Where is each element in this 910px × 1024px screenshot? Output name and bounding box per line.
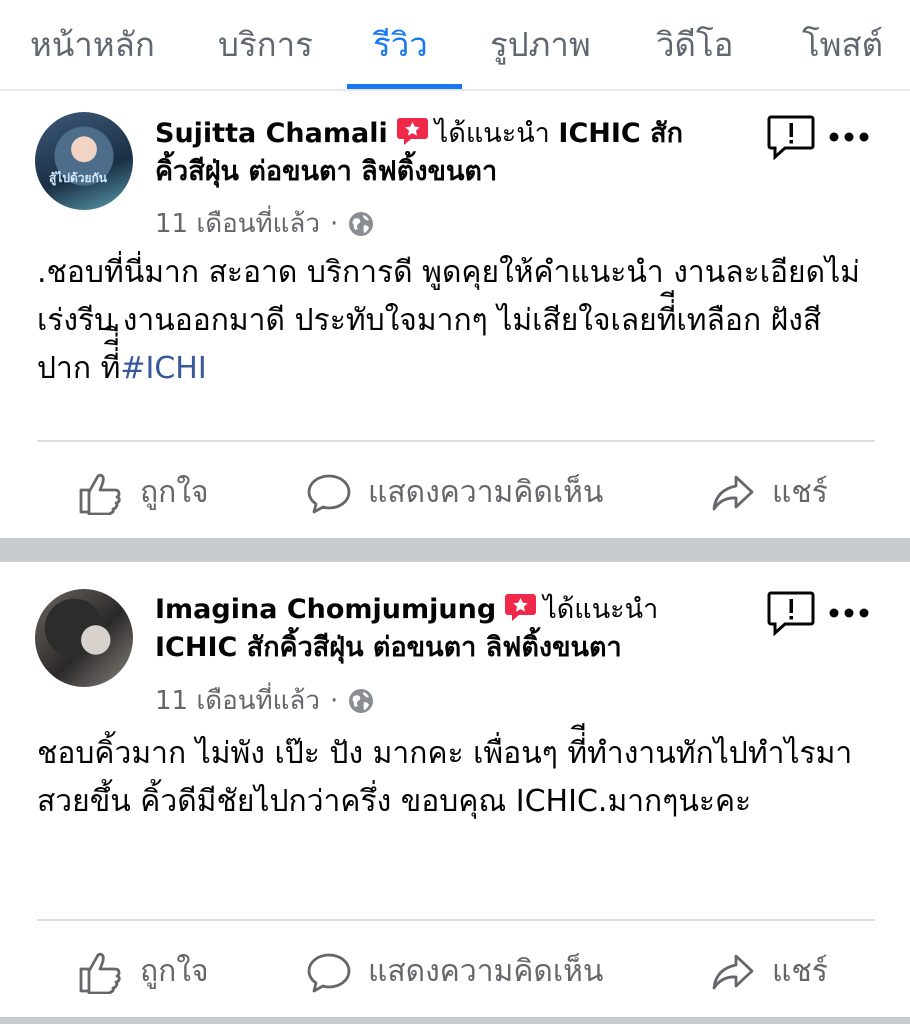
tab-services[interactable]: บริการ (218, 18, 313, 71)
tab-posts[interactable]: โพสต์ (802, 18, 883, 71)
review-text: .ชอบที่นี่มาก สะอาด บริการดี พูดคุยให้คำ… (37, 249, 867, 393)
review-body: ชอบคิ้วมาก ไม่พัง เป๊ะ ปัง มากคะ เพื่อนๆ… (37, 736, 853, 819)
tab-reviews[interactable]: รีวิว (373, 18, 428, 71)
meta-dot: · (329, 685, 339, 716)
more-options-icon[interactable] (828, 131, 870, 143)
tab-videos[interactable]: วิดีโอ (656, 18, 734, 71)
review-time[interactable]: 11 เดือนที่แล้ว (155, 203, 320, 244)
section-separator (0, 538, 910, 562)
share-icon (712, 954, 754, 989)
comment-label: แสดงความคิดเห็น (368, 475, 604, 510)
meta-dot: · (329, 208, 339, 239)
divider (37, 440, 875, 442)
page-name[interactable]: ICHIC สักคิ้วสีฝุ่น ต่อขนตา ลิฟติ้งขนตา (155, 632, 622, 663)
comment-button[interactable]: แสดงความคิดเห็น (306, 469, 603, 516)
hashtag-link[interactable]: #ICHI (120, 351, 206, 386)
recommend-text: ได้แนะนำ (434, 118, 550, 149)
share-icon (712, 475, 754, 510)
page-name[interactable]: ICHIC สัก (558, 118, 683, 149)
share-button[interactable]: แชร์ (710, 948, 828, 995)
comment-icon (307, 474, 351, 513)
tab-home[interactable]: หน้าหลัก (30, 18, 155, 71)
tab-photos[interactable]: รูปภาพ (490, 18, 591, 71)
section-separator (0, 1017, 910, 1024)
tab-bar: หน้าหลัก บริการ รีวิว รูปภาพ วิดีโอ โพสต… (0, 0, 910, 91)
like-label: ถูกใจ (140, 475, 209, 510)
like-button[interactable]: ถูกใจ (78, 948, 209, 995)
reviewer-name[interactable]: Imagina Chomjumjung (155, 594, 496, 625)
page-name-continued[interactable]: คิ้วสีฝุ่น ต่อขนตา ลิฟติ้งขนตา (155, 156, 497, 187)
comment-label: แสดงความคิดเห็น (368, 954, 604, 989)
review-time[interactable]: 11 เดือนที่แล้ว (155, 680, 320, 721)
thumbs-up-icon (79, 952, 121, 994)
report-icon[interactable] (767, 590, 815, 636)
divider (37, 919, 875, 921)
more-options-icon[interactable] (828, 607, 870, 619)
action-bar: ถูกใจ แสดงความคิดเห็น แชร์ (0, 940, 910, 1000)
share-label: แชร์ (772, 475, 828, 510)
share-button[interactable]: แชร์ (710, 469, 828, 516)
comment-button[interactable]: แสดงความคิดเห็น (306, 948, 603, 995)
review-text: ชอบคิ้วมาก ไม่พัง เป๊ะ ปัง มากคะ เพื่อนๆ… (37, 730, 867, 826)
share-label: แชร์ (772, 954, 828, 989)
review-meta: 11 เดือนที่แล้ว · (155, 203, 374, 244)
recommend-icon (505, 594, 537, 621)
review-meta: 11 เดือนที่แล้ว · (155, 680, 374, 721)
review-card: Imagina Chomjumjung ได้แนะนำ ICHIC สักคิ้ว… (0, 562, 910, 1017)
like-label: ถูกใจ (140, 954, 209, 989)
avatar[interactable] (35, 589, 133, 687)
review-header: Imagina Chomjumjung ได้แนะนำ ICHIC สักคิ้ว… (155, 591, 715, 667)
thumbs-up-icon (79, 473, 121, 515)
avatar[interactable]: สู้ไปด้วยกัน (35, 112, 133, 210)
review-card: สู้ไปด้วยกัน Sujitta Chamali ได้แนะนำ ICH… (0, 91, 910, 538)
reviewer-name[interactable]: Sujitta Chamali (155, 118, 388, 149)
report-icon[interactable] (767, 114, 815, 160)
like-button[interactable]: ถูกใจ (78, 469, 209, 516)
action-bar: ถูกใจ แสดงความคิดเห็น แชร์ (0, 461, 910, 521)
globe-icon (349, 211, 374, 236)
avatar-caption: สู้ไปด้วยกัน (49, 171, 108, 185)
comment-icon (307, 953, 351, 992)
recommend-icon (396, 118, 428, 145)
review-header: Sujitta Chamali ได้แนะนำ ICHIC สักคิ้วสีฝ… (155, 115, 715, 191)
recommend-text: ได้แนะนำ (543, 594, 659, 625)
globe-icon (349, 688, 374, 713)
